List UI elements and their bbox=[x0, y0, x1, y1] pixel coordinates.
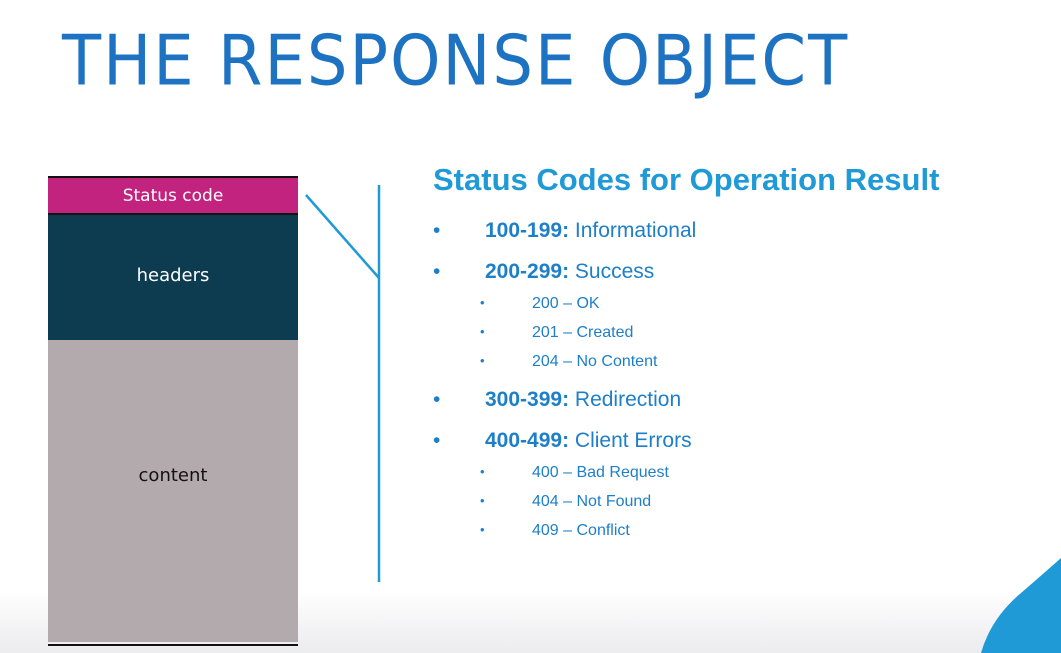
bullet-icon: • bbox=[480, 522, 485, 537]
bullet-icon: • bbox=[480, 324, 485, 339]
bullet-icon: • bbox=[480, 493, 485, 508]
callout-connector bbox=[305, 185, 381, 582]
bullet-icon: • bbox=[480, 295, 485, 310]
bullet-icon: • bbox=[480, 464, 485, 479]
status-range: 100-199: bbox=[485, 219, 570, 242]
status-code: 409 – Conflict bbox=[532, 522, 630, 539]
status-range: 200-299: bbox=[485, 260, 570, 283]
status-code: 404 – Not Found bbox=[532, 493, 652, 510]
callout-diagonal-line bbox=[305, 194, 380, 279]
status-code: 200 – OK bbox=[532, 295, 600, 312]
bullet-icon: • bbox=[433, 388, 441, 411]
status-category: Client Errors bbox=[574, 429, 692, 452]
bullet-icon: • bbox=[433, 219, 441, 242]
status-range: 300-399: bbox=[485, 388, 570, 411]
status-category: Redirection bbox=[574, 388, 682, 411]
status-codes-heading: Status Codes for Operation Result bbox=[433, 162, 940, 197]
bullet-icon: • bbox=[433, 260, 441, 283]
status-code: 400 – Bad Request bbox=[532, 464, 669, 481]
status-code: 204 – No Content bbox=[532, 353, 658, 370]
status-range: 400-499: bbox=[485, 429, 570, 452]
status-code: 201 – Created bbox=[532, 324, 634, 341]
status-category: Informational bbox=[574, 219, 697, 242]
status-category: Success bbox=[574, 260, 655, 283]
bullet-icon: • bbox=[480, 353, 485, 368]
corner-decoration bbox=[981, 558, 1061, 653]
bullet-icon: • bbox=[433, 429, 441, 452]
